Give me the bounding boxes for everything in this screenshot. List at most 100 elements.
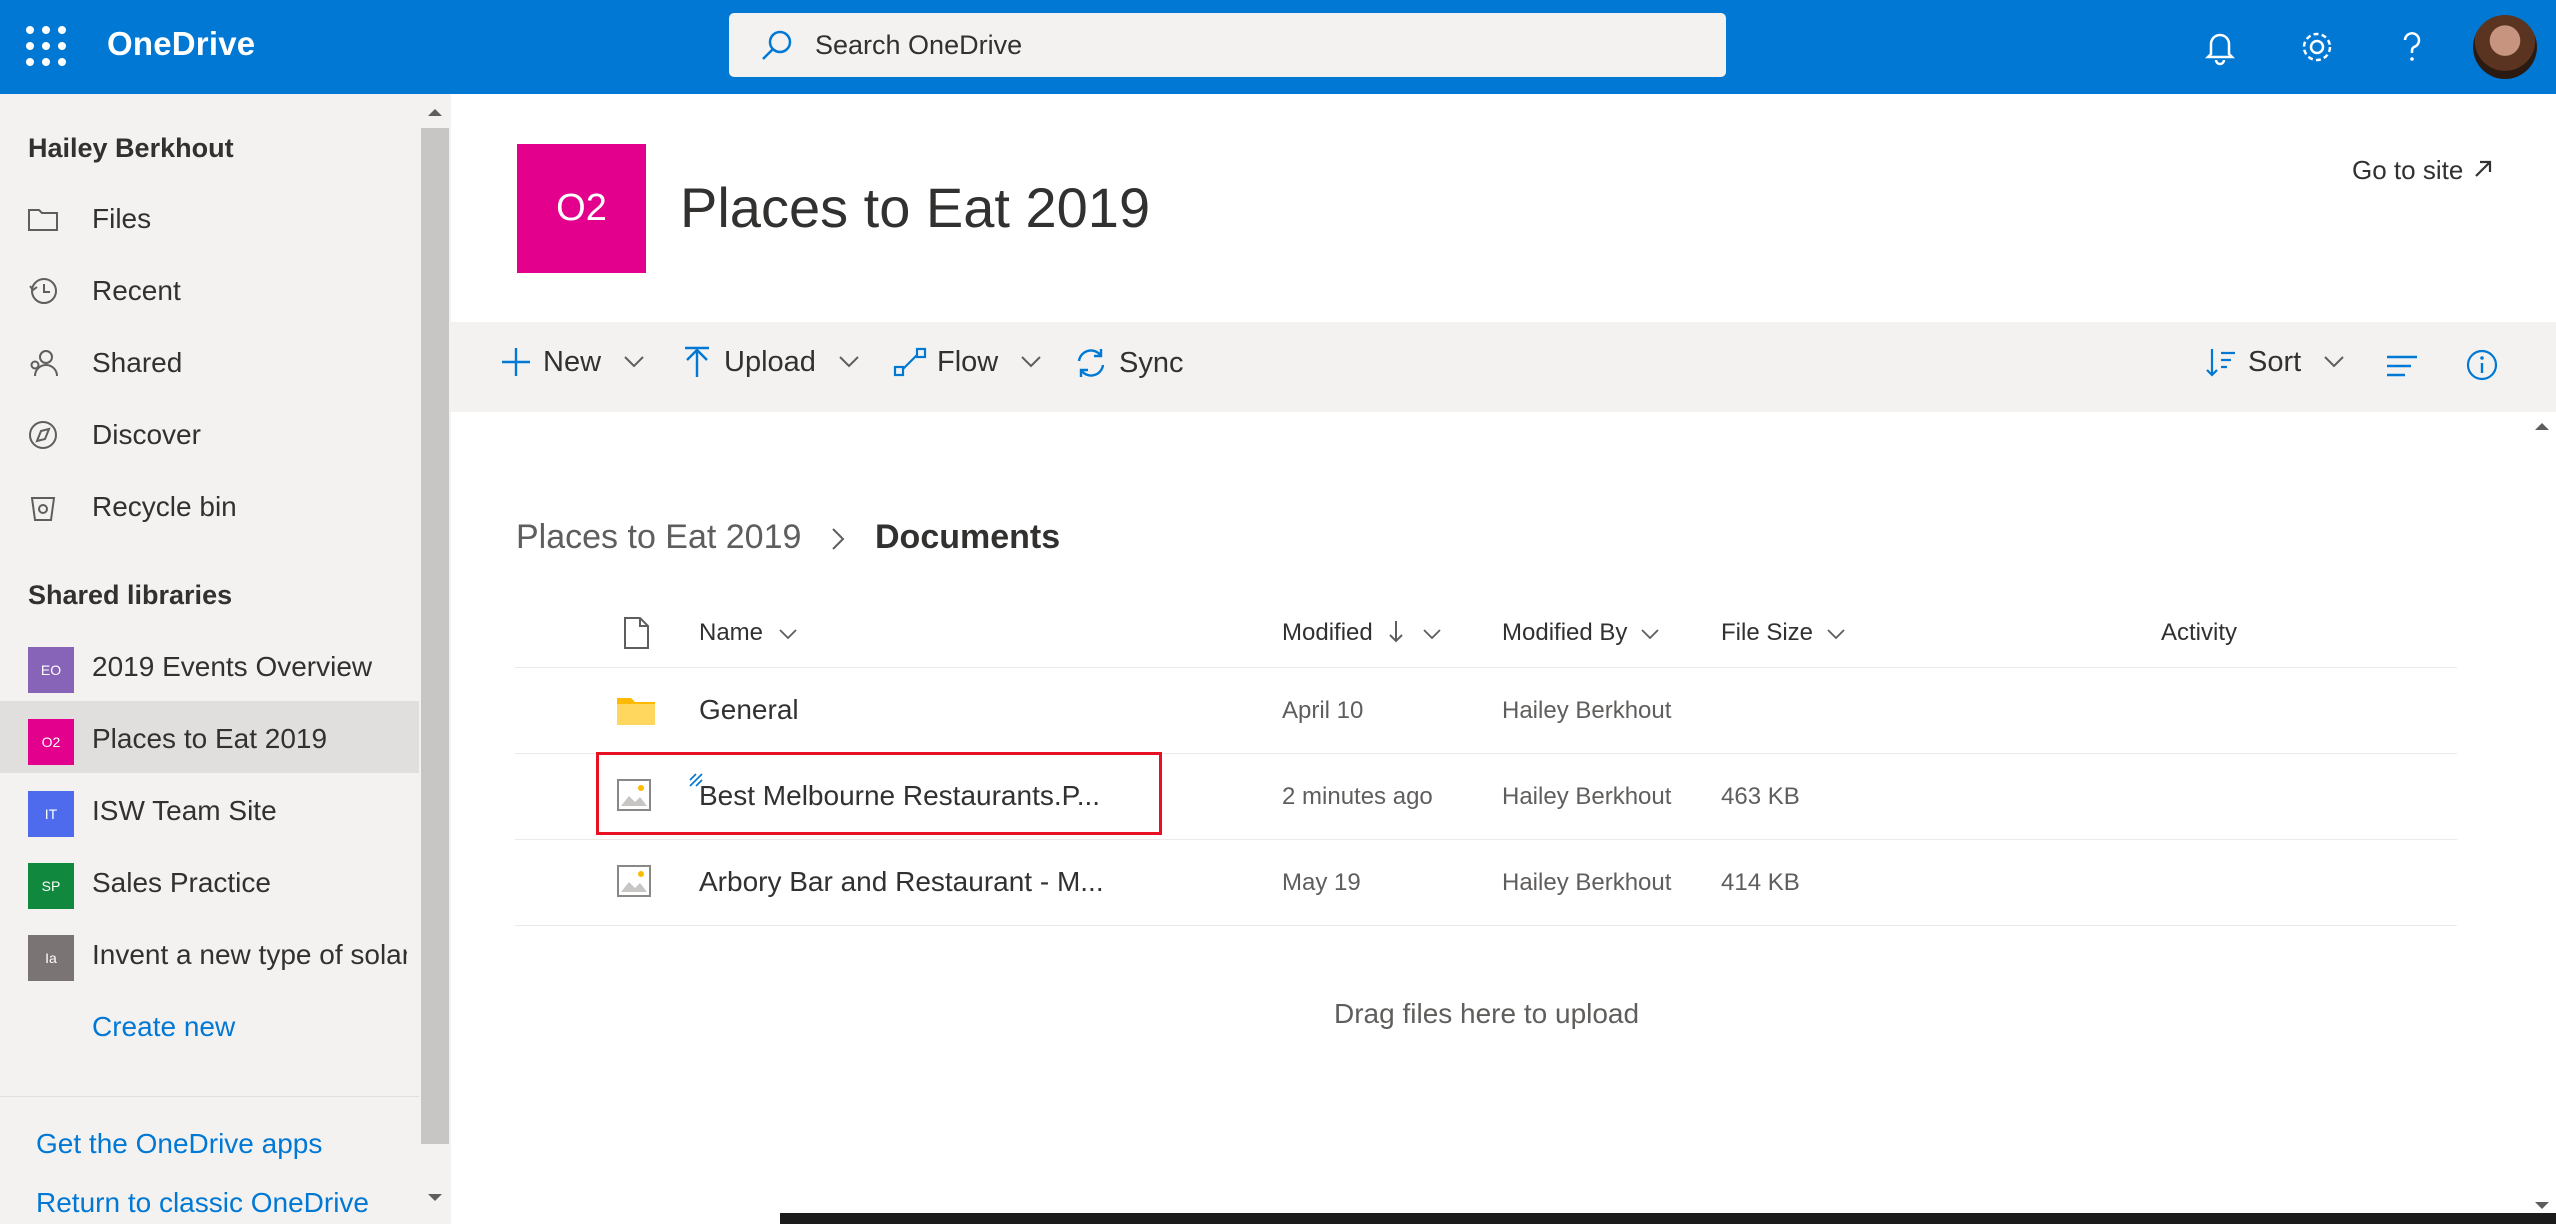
- search-box[interactable]: Search OneDrive: [729, 13, 1726, 77]
- library-tile: IT: [28, 791, 74, 837]
- chevron-down-icon: [1827, 629, 1845, 640]
- modified-by-cell[interactable]: Hailey Berkhout: [1502, 869, 1671, 897]
- column-header-name[interactable]: Name: [699, 619, 798, 647]
- nav-label: Recycle bin: [92, 491, 237, 522]
- search-input[interactable]: Search OneDrive: [815, 30, 1022, 61]
- upload-icon: [685, 347, 709, 378]
- help-icon[interactable]: [2385, 20, 2439, 74]
- nav-label: Discover: [92, 419, 201, 450]
- return-classic-link[interactable]: Return to classic OneDrive: [36, 1187, 369, 1219]
- flow-label: Flow: [937, 345, 999, 378]
- column-label: File Size: [1721, 619, 1814, 646]
- column-header-activity[interactable]: Activity: [2161, 619, 2237, 647]
- upload-label: Upload: [724, 345, 816, 378]
- recycle-bin-icon: [30, 497, 56, 521]
- view-options-icon[interactable]: [2385, 352, 2419, 382]
- shared-libraries-heading: Shared libraries: [28, 580, 233, 610]
- library-label: Sales Practice: [92, 867, 271, 898]
- column-label: Modified By: [1502, 619, 1628, 646]
- info-icon[interactable]: [2465, 348, 2499, 382]
- top-bar: OneDrive Search OneDrive: [0, 0, 2556, 94]
- breadcrumb-parent[interactable]: Places to Eat 2019: [516, 518, 801, 557]
- app-launcher-icon[interactable]: [26, 26, 66, 66]
- column-label: Modified: [1282, 619, 1373, 646]
- scroll-up-icon[interactable]: [2533, 420, 2551, 432]
- sync-icon: [1077, 349, 1105, 377]
- user-name: Hailey Berkhout: [28, 133, 234, 163]
- row-divider: [515, 667, 2457, 668]
- go-to-site-label: Go to site: [2352, 155, 2464, 185]
- main-content: [451, 94, 2556, 1224]
- avatar[interactable]: [2473, 15, 2537, 79]
- nav-label: Files: [92, 203, 152, 234]
- library-item-sales-practice[interactable]: SP Sales Practice: [0, 845, 419, 917]
- library-item-places-to-eat-2019[interactable]: O2 Places to Eat 2019: [0, 701, 419, 773]
- chevron-down-icon: [839, 356, 859, 368]
- people-icon: [30, 350, 58, 377]
- sidebar-scroll-thumb[interactable]: [421, 128, 449, 1144]
- file-name-link[interactable]: General: [699, 694, 799, 726]
- chevron-down-icon: [2324, 356, 2344, 368]
- file-size-cell: 463 KB: [1721, 783, 1800, 810]
- get-apps-link[interactable]: Get the OneDrive apps: [36, 1128, 322, 1160]
- sort-button[interactable]: Sort: [2204, 345, 2345, 389]
- upload-button[interactable]: Upload: [680, 345, 860, 389]
- modified-cell: April 10: [1282, 697, 1364, 724]
- library-label: Places to Eat 2019: [92, 723, 328, 754]
- taskbar-strip: [780, 1213, 2556, 1224]
- library-item-invent-solar[interactable]: Ia Invent a new type of solar: [0, 917, 419, 989]
- sync-button[interactable]: Sync: [1073, 345, 1183, 389]
- history-icon: [29, 278, 57, 304]
- library-item-2019-events-overview[interactable]: EO 2019 Events Overview: [0, 629, 419, 701]
- library-item-isw-team-site[interactable]: IT ISW Team Site: [0, 773, 419, 845]
- column-header-file-size[interactable]: File Size: [1721, 619, 1846, 647]
- chevron-down-icon: [1423, 629, 1441, 640]
- scroll-down-icon[interactable]: [426, 1192, 444, 1204]
- flow-button[interactable]: Flow: [893, 345, 1042, 389]
- compass-icon: [29, 421, 57, 449]
- folder-icon: [617, 698, 655, 725]
- nav-item-recent[interactable]: Recent: [0, 258, 419, 322]
- nav-item-discover[interactable]: Discover: [0, 402, 419, 466]
- sync-label: Sync: [1119, 346, 1184, 379]
- chevron-down-icon: [1021, 356, 1042, 368]
- library-label: 2019 Events Overview: [92, 651, 373, 682]
- go-to-site-link[interactable]: Go to site: [2352, 155, 2495, 186]
- nav-label: Shared: [92, 347, 183, 378]
- highlight-box: [596, 752, 1162, 835]
- create-new-link[interactable]: Create new: [92, 1011, 235, 1043]
- gear-icon[interactable]: [2290, 20, 2344, 74]
- sort-label: Sort: [2248, 345, 2302, 378]
- file-name-link[interactable]: Arbory Bar and Restaurant - M...: [699, 866, 1104, 898]
- file-type-icon[interactable]: [622, 616, 650, 650]
- new-button[interactable]: New: [499, 345, 645, 389]
- sort-icon: [2206, 349, 2235, 377]
- brand-title[interactable]: OneDrive: [107, 25, 255, 63]
- image-file-icon: [617, 865, 651, 897]
- drop-zone-hint[interactable]: Drag files here to upload: [1334, 998, 1639, 1030]
- modified-by-cell[interactable]: Hailey Berkhout: [1502, 783, 1671, 811]
- plus-icon: [502, 348, 530, 377]
- file-size-cell: 414 KB: [1721, 869, 1800, 896]
- library-tile: Ia: [28, 935, 74, 981]
- search-icon: [762, 30, 792, 60]
- library-tile: EO: [28, 647, 74, 693]
- column-header-modified[interactable]: Modified: [1282, 619, 1442, 647]
- scroll-down-icon[interactable]: [2533, 1200, 2551, 1212]
- column-header-modified-by[interactable]: Modified By: [1502, 619, 1660, 647]
- site-logo: O2: [517, 144, 646, 273]
- library-label: ISW Team Site: [92, 795, 277, 826]
- chevron-right-icon: [832, 528, 845, 550]
- nav-item-recycle-bin[interactable]: Recycle bin: [0, 474, 419, 538]
- site-title: Places to Eat 2019: [680, 176, 1151, 239]
- library-tile: SP: [28, 863, 74, 909]
- arrow-down-icon: [1389, 621, 1404, 643]
- scroll-up-icon[interactable]: [426, 106, 444, 118]
- modified-by-cell[interactable]: Hailey Berkhout: [1502, 697, 1671, 725]
- bell-icon[interactable]: [2193, 20, 2247, 74]
- nav-item-shared[interactable]: Shared: [0, 330, 419, 394]
- nav-label: Recent: [92, 275, 181, 306]
- nav-item-files[interactable]: Files: [0, 186, 419, 250]
- modified-cell: May 19: [1282, 869, 1361, 896]
- new-label: New: [543, 345, 602, 378]
